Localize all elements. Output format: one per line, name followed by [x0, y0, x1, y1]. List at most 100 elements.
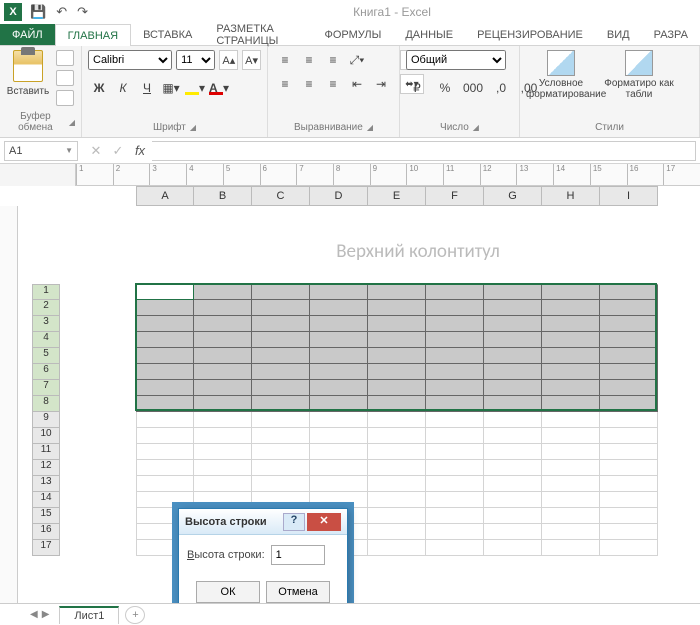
cell[interactable]: [600, 396, 658, 412]
cell[interactable]: [542, 524, 600, 540]
tab-formulas[interactable]: ФОРМУЛЫ: [312, 24, 393, 45]
tab-view[interactable]: ВИД: [595, 24, 642, 45]
cell[interactable]: [194, 316, 252, 332]
format-as-table-button[interactable]: Форматиро как табли: [604, 50, 674, 100]
row-header[interactable]: 14: [32, 492, 60, 508]
cell[interactable]: [542, 332, 600, 348]
cell[interactable]: [136, 364, 194, 380]
cell[interactable]: [136, 460, 194, 476]
dialog-close-button[interactable]: ✕: [307, 513, 341, 531]
cell[interactable]: [484, 460, 542, 476]
cell[interactable]: [600, 284, 658, 300]
cell[interactable]: [136, 284, 194, 300]
cell[interactable]: [542, 412, 600, 428]
row-header[interactable]: 12: [32, 460, 60, 476]
horizontal-ruler[interactable]: 1234567891011121314151617: [76, 164, 700, 186]
cell[interactable]: [484, 364, 542, 380]
bold-button[interactable]: Ж: [88, 78, 110, 98]
cell[interactable]: [310, 476, 368, 492]
cell[interactable]: [136, 396, 194, 412]
cell[interactable]: [426, 396, 484, 412]
cell[interactable]: [484, 284, 542, 300]
cell[interactable]: [484, 540, 542, 556]
cell[interactable]: [252, 364, 310, 380]
cell[interactable]: [600, 460, 658, 476]
cell[interactable]: [136, 428, 194, 444]
cell[interactable]: [542, 364, 600, 380]
cell[interactable]: [136, 444, 194, 460]
qat-undo-icon[interactable]: ↶: [56, 4, 67, 20]
align-top-icon[interactable]: ≡: [274, 50, 296, 70]
cell[interactable]: [368, 316, 426, 332]
cell[interactable]: [426, 348, 484, 364]
currency-icon[interactable]: ₽: [406, 78, 428, 98]
cell[interactable]: [484, 428, 542, 444]
cell[interactable]: [600, 380, 658, 396]
cell[interactable]: [426, 284, 484, 300]
cell[interactable]: [252, 316, 310, 332]
cell[interactable]: [600, 316, 658, 332]
number-format-select[interactable]: Общий: [406, 50, 506, 70]
dialog-launcher-icon[interactable]: ◢: [473, 123, 479, 132]
sheet-nav-next-icon[interactable]: ▶: [42, 609, 50, 620]
cell[interactable]: [194, 332, 252, 348]
cell[interactable]: [600, 348, 658, 364]
cell[interactable]: [194, 412, 252, 428]
column-header[interactable]: B: [194, 186, 252, 206]
cell[interactable]: [368, 300, 426, 316]
tab-insert[interactable]: ВСТАВКА: [131, 24, 204, 45]
cell[interactable]: [426, 380, 484, 396]
cell[interactable]: [484, 508, 542, 524]
cell[interactable]: [484, 396, 542, 412]
cell[interactable]: [542, 316, 600, 332]
ok-button[interactable]: ОК: [196, 581, 260, 603]
row-header[interactable]: 1: [32, 284, 60, 300]
row-header[interactable]: 13: [32, 476, 60, 492]
row-header[interactable]: 8: [32, 396, 60, 412]
row-height-input[interactable]: [271, 545, 325, 565]
increase-font-icon[interactable]: A▴: [219, 50, 238, 70]
cell[interactable]: [252, 476, 310, 492]
cell[interactable]: [252, 460, 310, 476]
cell[interactable]: [600, 332, 658, 348]
conditional-formatting-button[interactable]: Условное форматирование: [526, 50, 596, 100]
cell[interactable]: [194, 428, 252, 444]
cell[interactable]: [368, 492, 426, 508]
italic-button[interactable]: К: [112, 78, 134, 98]
cell[interactable]: [368, 380, 426, 396]
cell[interactable]: [252, 428, 310, 444]
format-painter-icon[interactable]: [56, 90, 74, 106]
column-header[interactable]: D: [310, 186, 368, 206]
cell[interactable]: [368, 364, 426, 380]
qat-save-icon[interactable]: 💾: [30, 4, 46, 20]
tab-review[interactable]: РЕЦЕНЗИРОВАНИЕ: [465, 24, 595, 45]
cell[interactable]: [310, 316, 368, 332]
row-header[interactable]: 16: [32, 524, 60, 540]
cell[interactable]: [368, 348, 426, 364]
orientation-icon[interactable]: ⤢▾: [346, 50, 368, 70]
cell[interactable]: [600, 476, 658, 492]
cell[interactable]: [310, 396, 368, 412]
cell[interactable]: [310, 412, 368, 428]
cell[interactable]: [310, 300, 368, 316]
cell[interactable]: [600, 492, 658, 508]
chevron-down-icon[interactable]: ▼: [65, 146, 73, 155]
font-name-select[interactable]: Calibri: [88, 50, 172, 70]
cell[interactable]: [194, 348, 252, 364]
align-left-icon[interactable]: ≡: [274, 74, 296, 94]
column-header[interactable]: F: [426, 186, 484, 206]
row-header[interactable]: 11: [32, 444, 60, 460]
column-header[interactable]: C: [252, 186, 310, 206]
dialog-help-button[interactable]: ?: [283, 513, 305, 531]
row-header[interactable]: 6: [32, 364, 60, 380]
decrease-indent-icon[interactable]: ⇤: [346, 74, 368, 94]
cell[interactable]: [542, 428, 600, 444]
cell[interactable]: [484, 348, 542, 364]
cell[interactable]: [310, 380, 368, 396]
cell[interactable]: [600, 508, 658, 524]
comma-style-icon[interactable]: 000: [462, 78, 484, 98]
cell[interactable]: [368, 524, 426, 540]
cell[interactable]: [542, 348, 600, 364]
cell[interactable]: [252, 396, 310, 412]
cell[interactable]: [600, 412, 658, 428]
